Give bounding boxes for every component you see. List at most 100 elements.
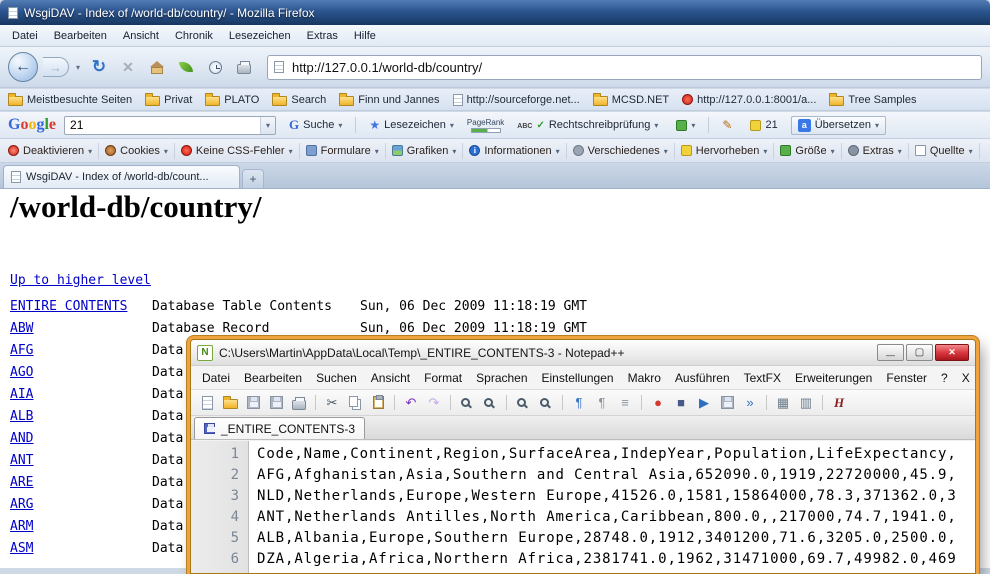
- listing-link-arm[interactable]: ARM: [10, 519, 152, 534]
- webdev-grafiken[interactable]: Grafiken: [386, 143, 464, 159]
- tab-wsgidav[interactable]: WsgiDAV - Index of /world-db/count...: [3, 165, 240, 188]
- menu-item-ansicht[interactable]: Ansicht: [115, 27, 167, 45]
- menu-item-lesezeichen[interactable]: Lesezeichen: [221, 27, 299, 45]
- undo-icon[interactable]: ↶: [401, 393, 421, 413]
- print-button[interactable]: [232, 55, 256, 79]
- webdev-deaktivieren[interactable]: Deaktivieren: [2, 143, 99, 159]
- listing-link-afg[interactable]: AFG: [10, 343, 152, 358]
- history-dropdown-icon[interactable]: ▾: [74, 63, 82, 72]
- play-macro-icon[interactable]: ▶: [694, 393, 714, 413]
- np-menu-item-ansicht[interactable]: Ansicht: [364, 368, 417, 388]
- np-menu-item-bearbeiten[interactable]: Bearbeiten: [237, 368, 309, 388]
- feed-reader-button[interactable]: [174, 55, 198, 79]
- np-menu-item-sprachen[interactable]: Sprachen: [469, 368, 534, 388]
- bookmark-finn-und-jannes[interactable]: Finn und Jannes: [339, 93, 439, 106]
- pagerank-widget[interactable]: PageRank: [467, 118, 504, 133]
- webdev-extras[interactable]: Extras: [842, 143, 909, 159]
- np-menu-item-fenster[interactable]: Fenster: [879, 368, 934, 388]
- webdev-cookies[interactable]: Cookies: [99, 143, 175, 159]
- maximize-button[interactable]: [906, 344, 933, 361]
- np-menu-item-x[interactable]: X: [955, 368, 975, 388]
- bookmark-plato[interactable]: PLATO: [205, 93, 259, 106]
- zoom-out-icon[interactable]: [536, 393, 556, 413]
- back-button[interactable]: ←: [8, 52, 38, 82]
- bookmark-http-127-0-0-1-8001-a[interactable]: http://127.0.0.1:8001/a...: [682, 94, 816, 106]
- np-menu-item-makro[interactable]: Makro: [621, 368, 668, 388]
- listing-link-arg[interactable]: ARG: [10, 497, 152, 512]
- webdev-quellte[interactable]: Quellte: [909, 143, 980, 159]
- cut-icon[interactable]: ✂: [322, 393, 342, 413]
- copy-icon[interactable]: [345, 393, 365, 413]
- save-all-icon[interactable]: [266, 393, 286, 413]
- menu-item-extras[interactable]: Extras: [299, 27, 346, 45]
- listing-link-ant[interactable]: ANT: [10, 453, 152, 468]
- listing-link-entire-contents[interactable]: ENTIRE CONTENTS: [10, 299, 152, 314]
- np-menu-item-item[interactable]: ?: [934, 368, 955, 388]
- redo-icon[interactable]: ↷: [424, 393, 444, 413]
- google-search-dropdown[interactable]: [260, 117, 275, 134]
- stop-macro-icon[interactable]: ■: [671, 393, 691, 413]
- listing-link-abw[interactable]: ABW: [10, 321, 152, 336]
- save-macro-icon[interactable]: [717, 393, 737, 413]
- reload-button[interactable]: ↻: [87, 55, 111, 79]
- open-folder-icon[interactable]: [220, 393, 240, 413]
- home-button[interactable]: [145, 55, 169, 79]
- stop-button[interactable]: ✕: [116, 55, 140, 79]
- google-bookmarks-button[interactable]: Lesezeichen: [364, 116, 459, 134]
- np-menu-item-suchen[interactable]: Suchen: [309, 368, 364, 388]
- np-menu-item-ausf-hren[interactable]: Ausführen: [668, 368, 737, 388]
- listing-link-are[interactable]: ARE: [10, 475, 152, 490]
- google-search-button[interactable]: G Suche: [284, 115, 347, 135]
- listing-link-aia[interactable]: AIA: [10, 387, 152, 402]
- show-all-chars-icon[interactable]: ¶: [592, 393, 612, 413]
- word-wrap-icon[interactable]: ¶: [569, 393, 589, 413]
- bookmark-privat[interactable]: Privat: [145, 93, 192, 106]
- replace-icon[interactable]: [480, 393, 500, 413]
- highlight-counter[interactable]: 21: [745, 117, 782, 133]
- bookmark-search[interactable]: Search: [272, 93, 326, 106]
- google-search-input[interactable]: [65, 118, 260, 132]
- run-macro-multiple-icon[interactable]: »: [740, 393, 760, 413]
- webdev-verschiedenes[interactable]: Verschiedenes: [567, 143, 675, 159]
- up-to-higher-level-link[interactable]: Up to higher level: [10, 273, 151, 288]
- new-file-icon[interactable]: [197, 393, 217, 413]
- editor-text[interactable]: Code,Name,Continent,Region,SurfaceArea,I…: [249, 441, 975, 573]
- history-button[interactable]: [203, 55, 227, 79]
- view-in-browser-icon[interactable]: H: [829, 393, 849, 413]
- bookmark-http-sourceforge-net[interactable]: http://sourceforge.net...: [453, 94, 580, 106]
- document-map-icon[interactable]: ▥: [796, 393, 816, 413]
- menu-item-chronik[interactable]: Chronik: [167, 27, 221, 45]
- webdev-informationen[interactable]: Informationen: [463, 143, 566, 159]
- record-macro-icon[interactable]: ●: [648, 393, 668, 413]
- edit-button[interactable]: [717, 116, 737, 134]
- spellcheck-button[interactable]: Rechtschreibprüfung: [512, 117, 663, 133]
- editor-area[interactable]: 123456 Code,Name,Continent,Region,Surfac…: [191, 441, 975, 573]
- listing-link-alb[interactable]: ALB: [10, 409, 152, 424]
- minimize-button[interactable]: [877, 344, 904, 361]
- listing-link-ago[interactable]: AGO: [10, 365, 152, 380]
- menu-item-hilfe[interactable]: Hilfe: [346, 27, 384, 45]
- listing-link-asm[interactable]: ASM: [10, 541, 152, 556]
- function-list-icon[interactable]: ▦: [773, 393, 793, 413]
- np-menu-item-erweiterungen[interactable]: Erweiterungen: [788, 368, 879, 388]
- np-menu-item-einstellungen[interactable]: Einstellungen: [535, 368, 621, 388]
- url-bar[interactable]: [267, 55, 982, 80]
- document-tab[interactable]: _ENTIRE_CONTENTS-3: [194, 417, 365, 439]
- zoom-in-icon[interactable]: [513, 393, 533, 413]
- google-search-box[interactable]: [64, 116, 276, 135]
- np-menu-item-datei[interactable]: Datei: [195, 368, 237, 388]
- new-tab-button[interactable]: +: [242, 169, 264, 188]
- paste-icon[interactable]: [368, 393, 388, 413]
- bookmark-mcsd-net[interactable]: MCSD.NET: [593, 93, 669, 106]
- bookmark-tree-samples[interactable]: Tree Samples: [829, 93, 916, 106]
- np-menu-item-format[interactable]: Format: [417, 368, 469, 388]
- menu-item-bearbeiten[interactable]: Bearbeiten: [46, 27, 115, 45]
- close-button[interactable]: [935, 344, 969, 361]
- webdev-formulare[interactable]: Formulare: [300, 143, 386, 159]
- indent-guide-icon[interactable]: ≡: [615, 393, 635, 413]
- firefox-titlebar[interactable]: WsgiDAV - Index of /world-db/country/ - …: [0, 0, 990, 25]
- webdev-gr-e[interactable]: Größe: [774, 143, 841, 159]
- autofill-button[interactable]: [671, 117, 700, 133]
- np-menu-item-textfx[interactable]: TextFX: [737, 368, 788, 388]
- save-icon[interactable]: [243, 393, 263, 413]
